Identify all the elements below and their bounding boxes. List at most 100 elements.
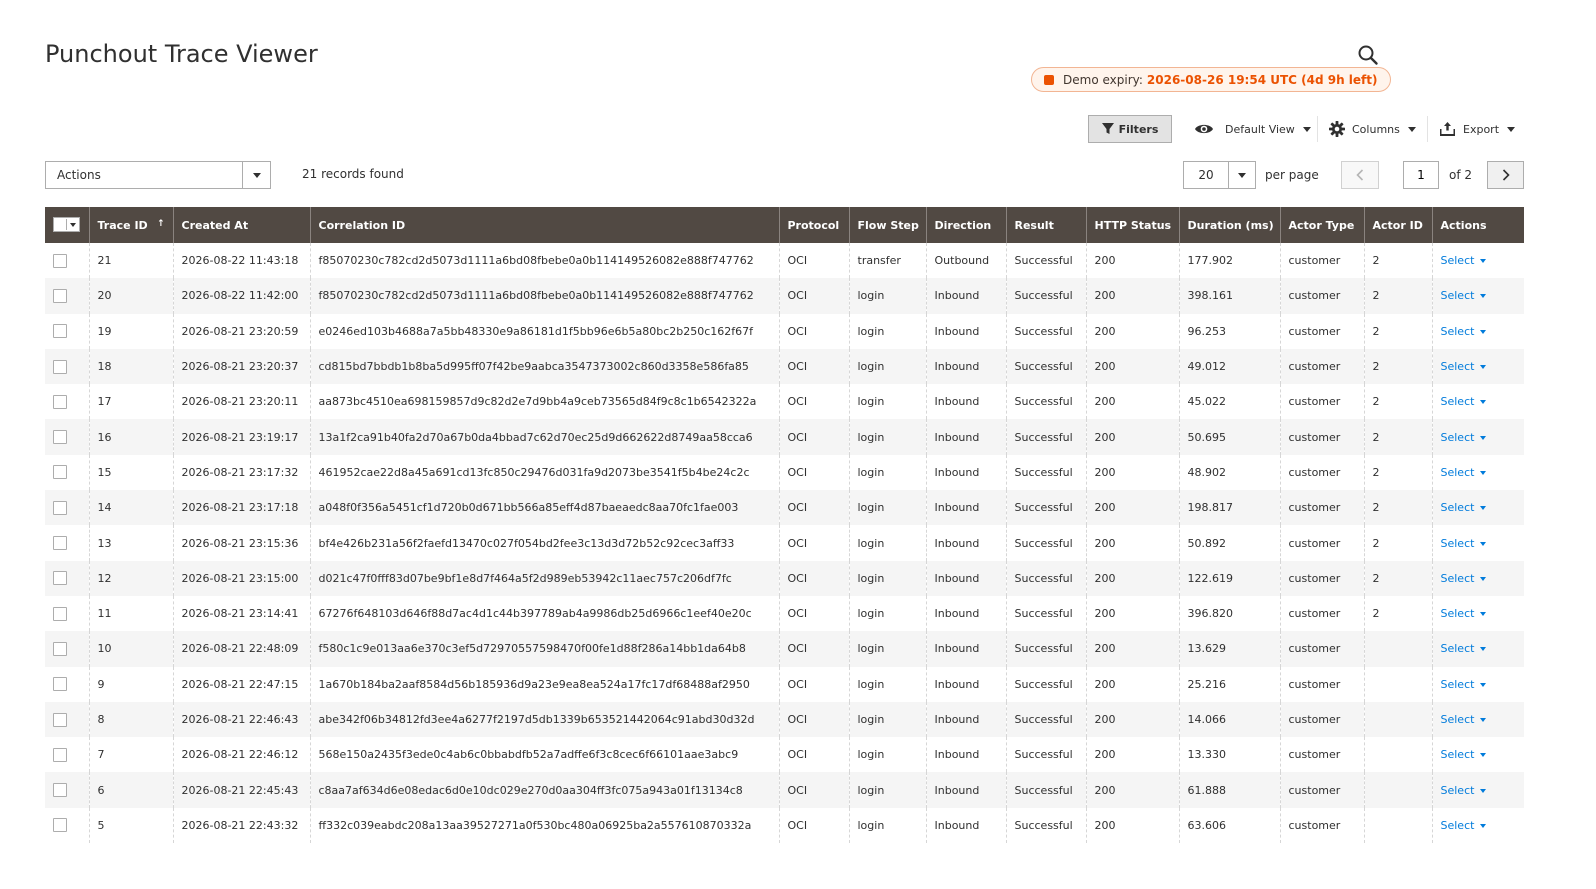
row-checkbox[interactable] — [53, 253, 67, 268]
default-view-dropdown[interactable]: Default View — [1194, 115, 1311, 143]
column-header[interactable]: Actor ID — [1363, 207, 1432, 243]
table-row[interactable]: 5 2026-08-21 22:43:32 ff332c039eabdc208a13… — [45, 807, 1524, 844]
row-actions-select[interactable]: Select — [1441, 713, 1487, 726]
row-checkbox[interactable] — [53, 324, 67, 339]
row-checkbox[interactable] — [53, 606, 67, 621]
row-actions-select[interactable]: Select — [1441, 784, 1487, 797]
actor-id-cell: 2 — [1363, 384, 1432, 420]
row-checkbox[interactable] — [53, 712, 67, 727]
row-actions-select[interactable]: Select — [1441, 254, 1487, 267]
row-actions-select[interactable]: Select — [1441, 748, 1487, 761]
previous-page-button[interactable] — [1341, 161, 1379, 189]
next-page-button[interactable] — [1487, 161, 1524, 189]
row-actions-select[interactable]: Select — [1441, 678, 1487, 691]
chevron-down-icon — [242, 162, 270, 188]
flow-step-cell: login — [848, 737, 926, 773]
row-actions-select[interactable]: Select — [1441, 466, 1487, 479]
row-checkbox[interactable] — [53, 536, 67, 551]
column-header[interactable]: Trace ID ↑ — [88, 207, 173, 243]
row-actions-label: Select — [1440, 501, 1475, 515]
row-checkbox[interactable] — [53, 394, 67, 409]
row-actions-select[interactable]: Select — [1441, 325, 1487, 338]
column-header[interactable]: Direction — [925, 207, 1006, 243]
protocol-cell: OCI — [778, 701, 849, 738]
column-header[interactable]: Protocol — [778, 207, 849, 243]
row-checkbox[interactable] — [53, 677, 67, 692]
table-row[interactable]: 12 2026-08-21 23:15:00 d021c47f0fff83d07be… — [45, 560, 1524, 596]
actor-type-cell: customer — [1279, 278, 1364, 314]
row-actions-select[interactable]: Select — [1441, 819, 1487, 832]
table-row[interactable]: 9 2026-08-21 22:47:15 1a670b184ba2aaf8584d… — [45, 666, 1524, 702]
row-checkbox[interactable] — [53, 465, 67, 480]
trace-grid: Trace ID ↑ Created At Correlation ID Prot… — [45, 207, 1524, 853]
table-row[interactable]: 14 2026-08-21 23:17:18 a048f0f356a5451cf1d… — [45, 490, 1524, 526]
row-actions-label: Select — [1440, 289, 1475, 303]
column-header[interactable]: Correlation ID — [309, 207, 779, 243]
row-checkbox[interactable] — [53, 747, 67, 762]
row-actions-select[interactable]: Select — [1441, 501, 1487, 514]
row-actions-select[interactable]: Select — [1441, 607, 1487, 620]
current-page-input[interactable] — [1403, 161, 1439, 189]
row-actions-label: Select — [1440, 713, 1475, 726]
row-actions-label: Select — [1440, 254, 1475, 268]
duration-cell: 96.253 — [1178, 313, 1280, 349]
demo-expiry-value: 2026-08-26 19:54 UTC (4d 9h left) — [1146, 72, 1378, 87]
row-actions-select[interactable]: Select — [1441, 289, 1487, 302]
table-row[interactable]: 11 2026-08-21 23:14:41 67276f648103d646f88… — [45, 595, 1524, 632]
row-checkbox[interactable] — [53, 430, 67, 445]
table-row[interactable]: 10 2026-08-21 22:48:09 f580c1c9e013aa6e370… — [45, 631, 1524, 667]
row-actions-select[interactable]: Select — [1441, 360, 1487, 373]
table-row[interactable]: 7 2026-08-21 22:46:12 568e150a2435f3ede0c4… — [45, 737, 1524, 773]
direction-cell: Inbound — [925, 313, 1006, 349]
table-row[interactable]: 18 2026-08-21 23:20:37 cd815bd7bbdb1b8ba5d… — [45, 348, 1524, 385]
table-row[interactable]: 15 2026-08-21 23:17:32 461952cae22d8a45a69… — [45, 454, 1524, 491]
chevron-down-icon — [1407, 126, 1416, 132]
actions-cell: Select — [1431, 772, 1524, 808]
column-header[interactable]: Result — [1005, 207, 1086, 243]
actions-cell: Select — [1431, 595, 1524, 632]
row-actions-select[interactable]: Select — [1441, 642, 1487, 655]
row-actions-select[interactable]: Select — [1441, 395, 1487, 408]
table-row[interactable]: 16 2026-08-21 23:19:17 13a1f2ca91b40fa2d70… — [45, 419, 1524, 455]
row-checkbox[interactable] — [53, 641, 67, 656]
flow-step-cell: login — [848, 631, 926, 667]
flow-step-cell: login — [848, 384, 926, 420]
columns-dropdown[interactable]: Columns — [1329, 115, 1416, 143]
column-header[interactable]: Flow Step — [848, 207, 926, 243]
table-row[interactable]: 17 2026-08-21 23:20:11 aa873bc4510ea698159… — [45, 384, 1524, 420]
select-all-checkbox[interactable] — [45, 207, 89, 243]
chevron-right-icon — [1502, 169, 1510, 181]
row-actions-label: Select — [1440, 360, 1475, 374]
search-icon[interactable] — [1357, 44, 1379, 66]
actor-type-cell: customer — [1279, 384, 1364, 420]
row-actions-select[interactable]: Select — [1441, 572, 1487, 585]
http-status-cell: 200 — [1085, 243, 1179, 279]
table-row[interactable]: 8 2026-08-21 22:46:43 abe342f06b34812fd3ee… — [45, 701, 1524, 738]
table-row[interactable]: 13 2026-08-21 23:15:36 bf4e426b231a56f2fae… — [45, 525, 1524, 561]
column-header[interactable]: Created At — [172, 207, 310, 243]
created-at-cell: 2026-08-21 23:15:00 — [172, 560, 310, 596]
actions-cell: Select — [1431, 490, 1524, 526]
row-checkbox[interactable] — [53, 783, 67, 798]
table-row[interactable]: 19 2026-08-21 23:20:59 e0246ed103b4688a7a5… — [45, 313, 1524, 349]
export-dropdown[interactable]: Export — [1440, 115, 1516, 143]
row-checkbox[interactable] — [53, 818, 67, 833]
mass-actions-select[interactable]: Actions — [45, 161, 271, 189]
row-actions-select[interactable]: Select — [1441, 537, 1487, 550]
row-checkbox[interactable] — [53, 359, 67, 374]
table-row[interactable]: 20 2026-08-22 11:42:00 f85070230c782cd2d50… — [45, 278, 1524, 314]
column-header[interactable]: Actor Type — [1279, 207, 1364, 243]
result-cell: Successful — [1005, 631, 1086, 667]
filters-button[interactable]: Filters — [1088, 115, 1172, 143]
row-checkbox[interactable] — [53, 500, 67, 515]
per-page-select[interactable]: 20 — [1183, 161, 1256, 189]
row-actions-select[interactable]: Select — [1441, 431, 1487, 444]
row-checkbox[interactable] — [53, 571, 67, 586]
column-header[interactable]: HTTP Status — [1085, 207, 1179, 243]
table-row[interactable]: 21 2026-08-22 11:43:18 f85070230c782cd2d50… — [45, 243, 1524, 279]
columns-label: Columns — [1352, 122, 1400, 136]
column-header[interactable]: Duration (ms) — [1178, 207, 1280, 243]
table-row[interactable]: 6 2026-08-21 22:45:43 c8aa7af634d6e08edac6… — [45, 772, 1524, 808]
row-checkbox[interactable] — [53, 288, 67, 303]
flow-step-cell: login — [848, 666, 926, 702]
